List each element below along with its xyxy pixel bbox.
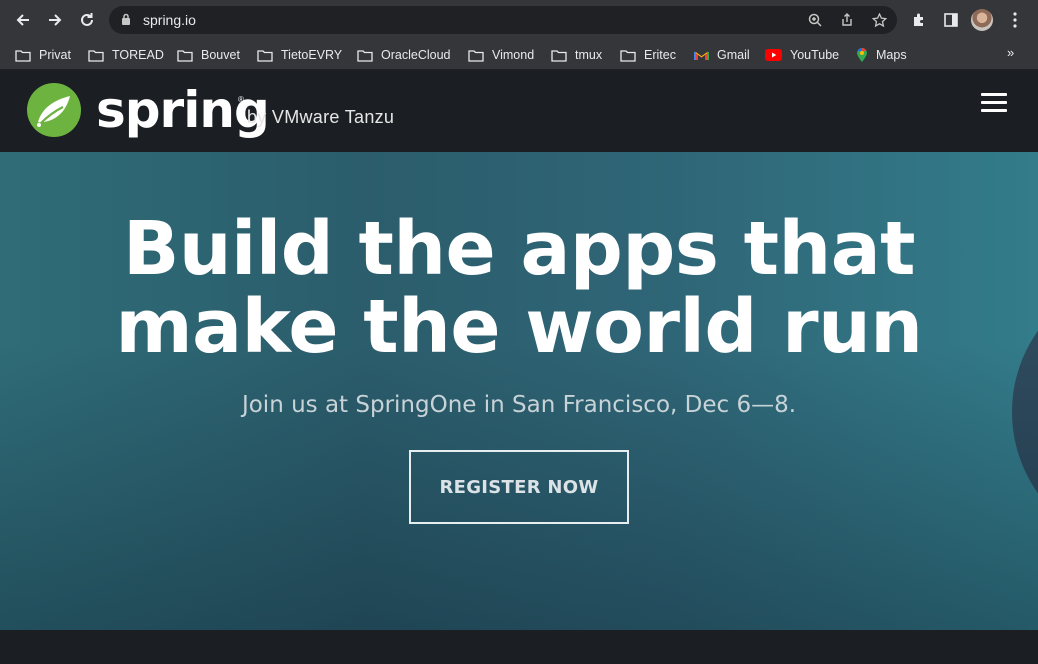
bookmark-label: OracleCloud xyxy=(381,48,451,62)
address-bar[interactable]: spring.io xyxy=(109,6,897,34)
hamburger-menu-icon[interactable] xyxy=(981,93,1007,113)
bookmark-vimond[interactable]: Vimond xyxy=(468,45,534,65)
bookmark-privat[interactable]: Privat xyxy=(15,45,71,65)
bookmark-gmail[interactable]: Gmail xyxy=(694,45,750,65)
browser-toolbar: spring.io xyxy=(0,0,1038,40)
bookmark-label: TOREAD xyxy=(112,48,164,62)
registered-mark: ® xyxy=(238,95,244,104)
bookmark-bouvet[interactable]: Bouvet xyxy=(177,45,240,65)
bookmark-youtube[interactable]: YouTube xyxy=(765,45,839,65)
folder-icon xyxy=(551,49,567,62)
youtube-icon xyxy=(765,49,782,61)
hero-title-line-2: make the world run xyxy=(115,284,923,370)
bookmark-oraclecloud[interactable]: OracleCloud xyxy=(357,45,450,65)
folder-icon xyxy=(15,49,31,62)
register-now-button[interactable]: REGISTER NOW xyxy=(409,450,629,524)
bookmarks-overflow-button[interactable]: » xyxy=(1007,45,1014,60)
hero-section: Build the apps that make the world run J… xyxy=(0,152,1038,630)
folder-icon xyxy=(620,49,636,62)
extensions-icon[interactable] xyxy=(909,10,929,30)
bookmark-label: TietoEVRY xyxy=(281,48,343,62)
arrow-right-icon xyxy=(49,14,62,26)
back-button[interactable] xyxy=(11,8,35,32)
bookmarks-bar: Privat TOREAD Bouvet TietoEVRY OracleClo… xyxy=(0,40,1038,70)
reload-button[interactable] xyxy=(75,8,99,32)
folder-icon xyxy=(88,49,104,62)
bookmark-label: Maps xyxy=(876,48,907,62)
bookmark-toread[interactable]: TOREAD xyxy=(88,45,164,65)
bookmark-label: Privat xyxy=(39,48,71,62)
spring-leaf-logo-icon[interactable] xyxy=(26,82,82,138)
hero-title-line-1: Build the apps that xyxy=(122,206,916,292)
hero-title: Build the apps that make the world run xyxy=(0,210,1038,366)
bookmark-tmux[interactable]: tmux xyxy=(551,45,602,65)
hero-subtitle: Join us at SpringOne in San Francisco, D… xyxy=(241,392,797,418)
sidebar-icon[interactable] xyxy=(941,10,961,30)
spring-logo-text[interactable]: spring xyxy=(96,81,270,139)
bookmark-label: Vimond xyxy=(492,48,535,62)
bookmark-eritec[interactable]: Eritec xyxy=(620,45,676,65)
folder-icon xyxy=(468,49,484,62)
folder-icon xyxy=(357,49,373,62)
bookmark-label: tmux xyxy=(575,48,603,62)
bookmark-maps[interactable]: Maps xyxy=(856,45,907,65)
folder-icon xyxy=(257,49,273,62)
profile-avatar[interactable] xyxy=(971,9,993,31)
menu-kebab-icon[interactable] xyxy=(1005,10,1025,30)
forward-button[interactable] xyxy=(43,8,67,32)
reload-icon xyxy=(81,13,93,26)
arrow-left-icon xyxy=(16,14,29,26)
gmail-icon xyxy=(694,51,709,60)
bookmark-tietoevry[interactable]: TietoEVRY xyxy=(257,45,342,65)
url-text: spring.io xyxy=(143,12,196,28)
bookmark-star-icon[interactable] xyxy=(870,11,888,29)
lock-icon xyxy=(122,13,130,25)
bookmark-label: Eritec xyxy=(644,48,676,62)
share-icon[interactable] xyxy=(838,11,856,29)
site-header: spring ® by VMware Tanzu xyxy=(0,71,1038,152)
bookmark-label: Gmail xyxy=(717,48,750,62)
zoom-icon[interactable] xyxy=(806,11,824,29)
bookmark-label: YouTube xyxy=(790,48,840,62)
maps-icon xyxy=(857,48,867,62)
page-bottom-strip xyxy=(0,630,1038,664)
folder-icon xyxy=(177,49,193,62)
bookmark-label: Bouvet xyxy=(201,48,240,62)
logo-tagline: by VMware Tanzu xyxy=(247,107,395,127)
